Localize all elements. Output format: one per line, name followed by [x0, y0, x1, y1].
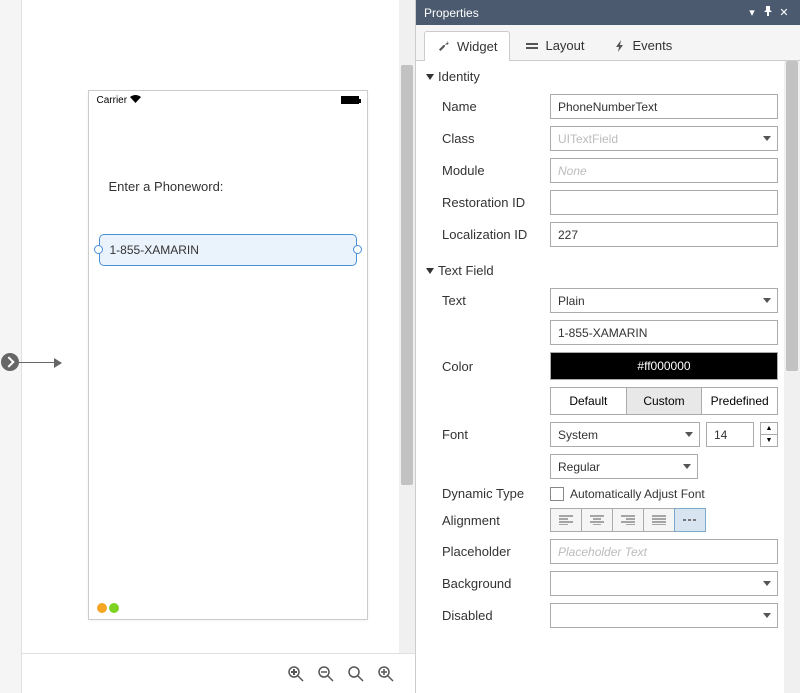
panel-scrollbar[interactable] [784, 61, 800, 693]
align-right-button[interactable] [612, 508, 644, 532]
dynamic-type-check-label: Automatically Adjust Font [570, 487, 705, 501]
localization-id-input[interactable] [550, 222, 778, 247]
dynamic-type-checkbox[interactable] [550, 487, 564, 501]
align-left-button[interactable] [550, 508, 582, 532]
properties-panel: Properties ▾ ✕ Widget Layout Events Iden… [415, 0, 800, 693]
tab-layout[interactable]: Layout [512, 30, 597, 60]
selected-textfield[interactable] [99, 234, 357, 266]
label-dynamic-type: Dynamic Type [442, 486, 542, 501]
close-icon[interactable]: ✕ [776, 6, 792, 19]
align-natural-button[interactable] [674, 508, 706, 532]
text-type-select[interactable]: Plain [550, 288, 778, 313]
phone-footer-dots [97, 603, 119, 613]
label-disabled: Disabled [442, 608, 542, 623]
ok-dot-icon [109, 603, 119, 613]
align-justify-button[interactable] [643, 508, 675, 532]
zoom-reset-icon[interactable] [347, 665, 365, 683]
label-alignment: Alignment [442, 513, 542, 528]
background-select[interactable] [550, 571, 778, 596]
text-value-input[interactable] [550, 320, 778, 345]
name-input[interactable] [550, 94, 778, 119]
lightning-icon [613, 39, 627, 53]
placeholder-input[interactable] [550, 539, 778, 564]
designer-canvas[interactable]: Carrier Enter a Phoneword: [0, 0, 415, 653]
battery-icon [341, 96, 359, 104]
color-mode-segment: Default Custom Predefined [550, 387, 778, 415]
label-class: Class [442, 131, 542, 146]
font-size-input[interactable] [706, 422, 754, 447]
font-weight-select[interactable]: Regular [550, 454, 698, 479]
section-header-textfield[interactable]: Text Field [426, 263, 778, 278]
section-textfield: Text Field Text Plain Color #ff000000 De… [426, 263, 778, 628]
properties-body: Identity Name Class UITextField Module R… [416, 61, 800, 693]
zoom-fit-icon[interactable] [287, 665, 305, 683]
wrench-icon [437, 40, 451, 54]
class-select[interactable]: UITextField [550, 126, 778, 151]
carrier-label: Carrier [97, 95, 141, 106]
phoneword-label: Enter a Phoneword: [109, 179, 367, 194]
section-header-identity[interactable]: Identity [426, 69, 778, 84]
panel-menu-icon[interactable]: ▾ [744, 6, 760, 19]
layout-icon [525, 39, 539, 53]
caret-down-icon [426, 268, 434, 274]
module-input[interactable] [550, 158, 778, 183]
label-placeholder: Placeholder [442, 544, 542, 559]
designer-surface: Carrier Enter a Phoneword: [0, 0, 415, 693]
resize-handle-right[interactable] [353, 245, 362, 254]
scrollbar-thumb[interactable] [401, 65, 413, 485]
label-restoration-id: Restoration ID [442, 195, 542, 210]
label-name: Name [442, 99, 542, 114]
tab-events[interactable]: Events [600, 30, 686, 60]
color-default-button[interactable]: Default [550, 387, 627, 415]
status-bar: Carrier [89, 91, 367, 109]
phoneword-input[interactable] [99, 234, 357, 266]
entry-point-arrow[interactable] [1, 353, 61, 371]
color-predefined-button[interactable]: Predefined [701, 387, 778, 415]
align-center-button[interactable] [581, 508, 613, 532]
caret-down-icon [426, 74, 434, 80]
property-tabs: Widget Layout Events [416, 25, 800, 61]
zoom-in-icon[interactable] [377, 665, 395, 683]
label-color: Color [442, 359, 542, 374]
zoom-out-icon[interactable] [317, 665, 335, 683]
label-module: Module [442, 163, 542, 178]
designer-scrollbar[interactable] [399, 0, 415, 653]
disabled-select[interactable] [550, 603, 778, 628]
label-localization-id: Localization ID [442, 227, 542, 242]
color-swatch[interactable]: #ff000000 [550, 352, 778, 380]
restoration-id-input[interactable] [550, 190, 778, 215]
label-font: Font [442, 427, 542, 442]
pin-icon[interactable] [760, 6, 776, 19]
panel-titlebar[interactable]: Properties ▾ ✕ [416, 0, 800, 25]
scrollbar-thumb[interactable] [786, 61, 798, 371]
warning-dot-icon [97, 603, 107, 613]
resize-handle-left[interactable] [94, 245, 103, 254]
phone-mock[interactable]: Carrier Enter a Phoneword: [88, 90, 368, 620]
tab-widget[interactable]: Widget [424, 31, 510, 61]
label-background: Background [442, 576, 542, 591]
panel-title: Properties [424, 6, 479, 20]
section-identity: Identity Name Class UITextField Module R… [426, 69, 778, 247]
label-text: Text [442, 293, 542, 308]
font-family-select[interactable]: System [550, 422, 700, 447]
font-size-stepper[interactable]: ▲▼ [760, 422, 778, 447]
color-custom-button[interactable]: Custom [626, 387, 703, 415]
alignment-segment [550, 508, 778, 532]
designer-toolbar [0, 653, 415, 693]
